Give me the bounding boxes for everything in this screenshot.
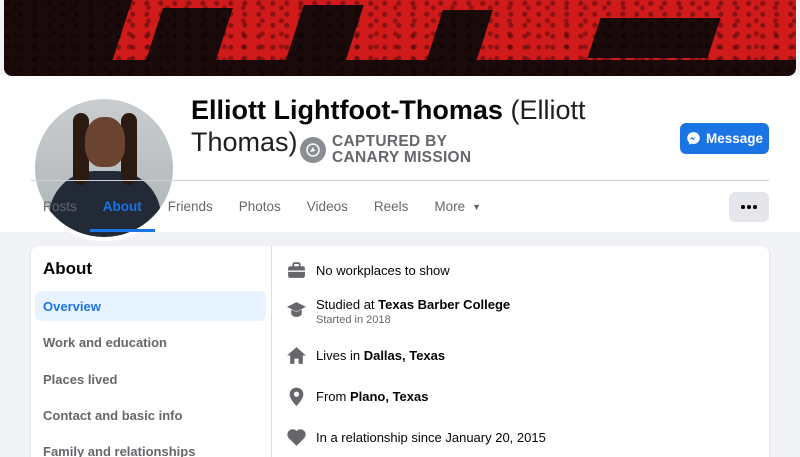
tab-posts[interactable]: Posts (30, 181, 90, 232)
captured-label-line1: CAPTURED BY (332, 133, 448, 150)
more-options-button[interactable] (729, 192, 769, 222)
relationship-text: In a relationship since January 20, 2015 (316, 430, 546, 445)
about-title: About (43, 259, 93, 278)
heart-icon (285, 426, 307, 448)
tab-reels[interactable]: Reels (361, 181, 422, 232)
work-row: No workplaces to show (285, 259, 450, 281)
sidebar-item-places-lived[interactable]: Places lived (35, 364, 266, 394)
more-dots-icon (741, 205, 745, 209)
lives-row: Lives in Dallas, Texas (285, 344, 445, 366)
education-started: Started in 2018 (316, 314, 391, 326)
tab-friends[interactable]: Friends (155, 181, 226, 232)
home-icon (285, 344, 307, 366)
sidebar-item-overview[interactable]: Overview (35, 291, 266, 321)
captured-badge: CAPTURED BY CANARY MISSION (300, 134, 502, 166)
education-school-link[interactable]: Texas Barber College (378, 297, 510, 312)
sidebar-item-family-relationships[interactable]: Family and relationships (35, 436, 266, 457)
sidebar-item-work-education[interactable]: Work and education (35, 327, 266, 357)
sidebar-item-contact-info[interactable]: Contact and basic info (35, 400, 266, 430)
cover-photo[interactable] (4, 0, 796, 76)
graduation-cap-icon (285, 298, 307, 320)
about-card: About Overview Work and education Places… (31, 246, 769, 457)
caret-down-icon: ▼ (472, 201, 482, 212)
message-button-label: Message (705, 131, 764, 146)
work-text: No workplaces to show (316, 263, 450, 278)
briefcase-icon (285, 259, 307, 281)
canary-logo-icon (300, 137, 326, 163)
messenger-icon (687, 132, 700, 145)
about-card-divider (271, 246, 272, 457)
education-row: Studied at Texas Barber College Started … (285, 296, 510, 327)
message-button[interactable]: Message (680, 123, 769, 154)
tab-about[interactable]: About (89, 181, 155, 232)
lives-city-link[interactable]: Dallas, Texas (364, 348, 445, 363)
location-pin-icon (285, 385, 307, 407)
captured-label-line2: CANARY MISSION (332, 149, 472, 166)
profile-tabs: Posts About Friends Photos Videos Reels … (30, 181, 494, 232)
tab-videos[interactable]: Videos (294, 181, 361, 232)
from-row: From Plano, Texas (285, 385, 428, 407)
relationship-row: In a relationship since January 20, 2015 (285, 426, 546, 448)
profile-primary-name: Elliott Lightfoot-Thomas (191, 95, 503, 125)
profile-header: Elliott Lightfoot-Thomas (Elliott Thomas… (0, 76, 800, 241)
from-city-link[interactable]: Plano, Texas (350, 389, 429, 404)
tab-more[interactable]: More ▼ (421, 181, 494, 232)
tab-photos[interactable]: Photos (226, 181, 294, 232)
